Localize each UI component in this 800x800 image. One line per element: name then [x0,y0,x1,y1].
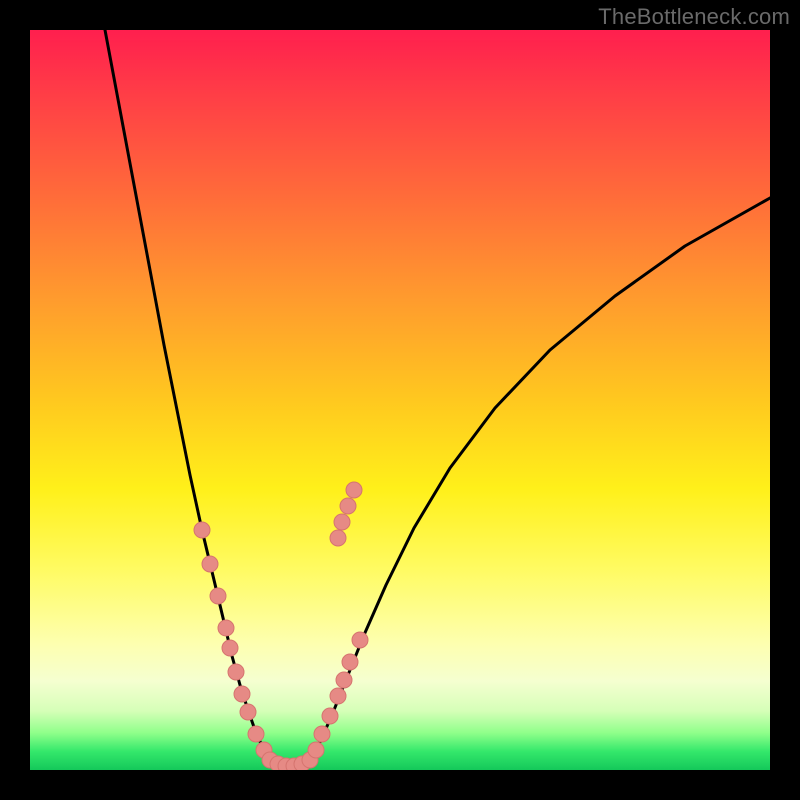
data-marker [330,688,346,704]
data-marker [330,530,346,546]
data-marker [218,620,234,636]
data-marker [194,522,210,538]
data-marker [314,726,330,742]
data-marker [240,704,256,720]
plot-area [30,30,770,770]
curve-group [105,30,770,766]
data-marker [202,556,218,572]
data-marker [228,664,244,680]
data-marker [302,752,318,768]
data-marker [278,758,294,770]
data-marker [234,686,250,702]
data-marker [342,654,358,670]
data-marker [322,708,338,724]
data-marker [336,672,352,688]
data-marker [334,514,350,530]
data-marker [262,752,278,768]
data-marker [286,758,302,770]
data-marker [222,640,238,656]
curves-svg [30,30,770,770]
watermark-text: TheBottleneck.com [598,4,790,30]
data-marker [210,588,226,604]
data-marker [248,726,264,742]
bottleneck-curve [105,30,770,766]
marker-group [194,482,368,770]
data-marker [308,742,324,758]
chart-stage: TheBottleneck.com [0,0,800,800]
data-marker [346,482,362,498]
data-marker [340,498,356,514]
data-marker [256,742,272,758]
data-marker [270,756,286,770]
data-marker [352,632,368,648]
data-marker [294,756,310,770]
